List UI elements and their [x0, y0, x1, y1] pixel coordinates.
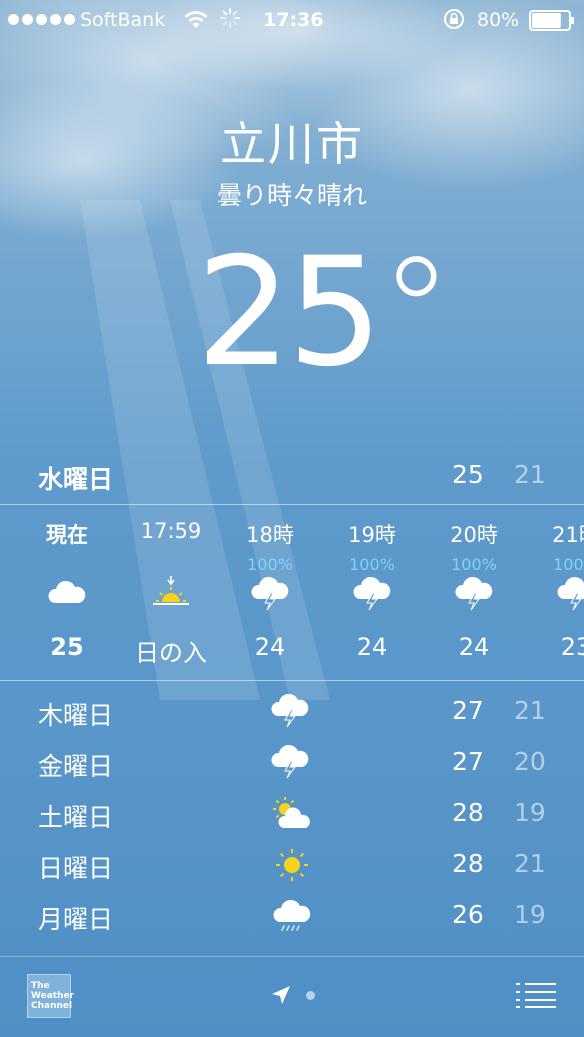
hourly-item: 現在 25 [12, 505, 122, 680]
day-high: 28 [452, 798, 484, 827]
day-high: 27 [452, 747, 484, 776]
thunderstorm-icon [352, 575, 392, 611]
today-day: 水曜日 [38, 465, 114, 494]
today-summary: 水曜日 25 21 [0, 460, 584, 500]
day-low: 21 [514, 849, 546, 878]
daily-row: 火曜日 [0, 945, 584, 955]
hourly-item: 21時 100% 23 [521, 505, 584, 680]
hourly-item: 18時 100% 24 [215, 505, 325, 680]
day-name: 木曜日 [38, 701, 114, 730]
hour-temperature: 24 [458, 633, 490, 661]
daily-row: 日曜日 28 21 [0, 843, 584, 894]
day-low: 19 [514, 798, 546, 827]
thunderstorm-icon [270, 692, 314, 732]
rotation-lock-icon [444, 9, 464, 29]
hour-label: 17:59 [140, 519, 202, 543]
day-name: 月曜日 [38, 905, 114, 934]
day-name: 土曜日 [38, 803, 114, 832]
thunderstorm-icon [556, 575, 584, 611]
city-name: 立川市 [220, 117, 364, 171]
today-low: 21 [514, 460, 546, 489]
day-name: 火曜日 [38, 951, 113, 955]
daily-row: 月曜日 26 19 [0, 894, 584, 945]
day-low: 21 [514, 696, 546, 725]
hour-temperature: 24 [356, 633, 388, 661]
hour-label: 20時 [450, 523, 498, 547]
hourly-forecast[interactable]: 現在 25 17:59 日の入 18時 100% 24 19時 100% 24 20時 100% 24 2… [0, 505, 584, 680]
hour-temperature: 日の入 [135, 639, 207, 667]
partly-sunny-icon [270, 794, 314, 834]
hourly-item: 20時 100% 24 [419, 505, 529, 680]
day-high: 28 [452, 849, 484, 878]
day-low: 19 [514, 900, 546, 929]
weather-channel-logo[interactable]: The Weather Channel [27, 974, 74, 1018]
status-bar: SoftBank 17:36 80% [0, 0, 584, 40]
day-name: 金曜日 [38, 752, 114, 781]
battery-percentage: 80% [477, 9, 520, 31]
cloud-icon [47, 575, 87, 611]
hour-label: 19時 [348, 523, 396, 547]
battery-icon [529, 10, 574, 31]
hour-label: 現在 [46, 523, 88, 547]
current-temperature: 25° [196, 226, 454, 400]
activity-spinner-icon [220, 8, 240, 28]
daily-forecast-list[interactable]: 木曜日 27 21 金曜日 27 20 土曜日 28 19 日曜日 28 21 月曜日 26 19 火曜日 [0, 690, 584, 955]
carrier-name: SoftBank [80, 9, 166, 31]
precip-chance: 100% [553, 555, 584, 574]
status-time: 17:36 [263, 9, 324, 31]
day-high: 27 [452, 696, 484, 725]
hourly-item: 17:59 日の入 [116, 505, 226, 680]
sun-icon [270, 845, 314, 885]
day-name: 日曜日 [38, 854, 114, 883]
precip-chance: 100% [349, 555, 395, 574]
bottom-toolbar: The Weather Channel [0, 956, 584, 1037]
hour-temperature: 23 [560, 633, 584, 661]
hour-temperature: 24 [254, 633, 286, 661]
hour-temperature: 25 [50, 633, 84, 661]
precip-chance: 100% [451, 555, 497, 574]
thunderstorm-icon [270, 743, 314, 783]
today-high: 25 [452, 460, 484, 489]
signal-strength-icon [8, 14, 75, 25]
thunderstorm-icon [454, 575, 494, 611]
daily-row: 木曜日 27 21 [0, 690, 584, 741]
rain-icon [270, 896, 314, 936]
wifi-icon [184, 11, 208, 28]
location-arrow-icon[interactable] [270, 984, 292, 1006]
sunset-icon [151, 575, 191, 611]
thunderstorm-icon [250, 575, 290, 611]
day-high: 26 [452, 900, 484, 929]
daily-row: 土曜日 28 19 [0, 792, 584, 843]
precip-chance: 100% [247, 555, 293, 574]
hour-label: 18時 [246, 523, 294, 547]
page-indicator-dot[interactable] [306, 991, 315, 1000]
daily-row: 金曜日 27 20 [0, 741, 584, 792]
hour-label: 21時 [552, 523, 584, 547]
day-low: 20 [514, 747, 546, 776]
weather-condition: 曇り時々晴れ [216, 181, 367, 210]
list-icon[interactable] [516, 982, 556, 1008]
hourly-item: 19時 100% 24 [317, 505, 427, 680]
divider [0, 680, 584, 681]
